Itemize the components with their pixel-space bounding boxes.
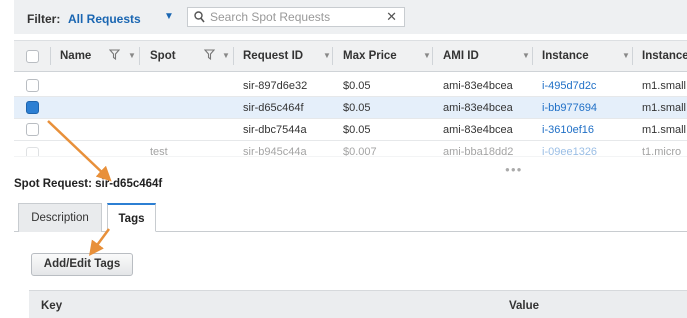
search-input[interactable] (210, 10, 380, 24)
sort-arrow-icon[interactable]: ▼ (423, 51, 431, 60)
table-header: Name ▼ Spot ▼ Request ID ▼ Max Price ▼ A… (14, 40, 687, 72)
cell-request-id: sir-897d6e32 (243, 80, 308, 92)
sort-arrow-icon[interactable]: ▼ (622, 51, 630, 60)
cell-instance-link[interactable]: i-09ee1326 (542, 146, 597, 156)
tab-description[interactable]: Description (18, 203, 102, 232)
cell-max-price: $0.007 (343, 146, 377, 157)
cell-ami-id: ami-83e4bcea (443, 102, 513, 114)
column-header-spot[interactable]: Spot (150, 50, 176, 62)
sort-arrow-icon[interactable]: ▼ (522, 51, 530, 60)
cell-instance-type: m1.small (642, 80, 687, 92)
cell-instance-link[interactable]: i-3610ef16 (542, 124, 594, 136)
row-checkbox[interactable] (26, 79, 39, 92)
column-header-key: Key (41, 300, 63, 312)
column-header-instance-type[interactable]: Instance (642, 50, 687, 62)
cell-instance-link[interactable]: i-495d7d2c (542, 80, 596, 92)
column-header-instance[interactable]: Instance (542, 50, 589, 62)
annotation-arrow-to-button (89, 228, 111, 257)
column-header-value: Value (509, 300, 540, 312)
cell-instance-type: t1.micro (642, 146, 682, 157)
row-checkbox[interactable] (26, 123, 39, 136)
table-row[interactable]: test sir-b945c44a $0.007 ami-bba18dd2 i-… (14, 143, 687, 157)
cell-ami-id: ami-bba18dd2 (443, 146, 514, 157)
cell-request-id: sir-b945c44a (243, 146, 307, 157)
cell-instance-type: m1.small (642, 102, 687, 114)
search-icon (194, 11, 205, 26)
filter-bar: Filter: All Requests ▼ ✕ (14, 0, 687, 34)
add-edit-tags-button[interactable]: Add/Edit Tags (31, 253, 133, 276)
resize-handle-icon[interactable]: ●●● (505, 165, 535, 174)
table-row[interactable]: sir-897d6e32 $0.05 ami-83e4bcea i-495d7d… (14, 75, 687, 97)
cell-instance-link[interactable]: i-bb977694 (542, 102, 597, 114)
cell-instance-type: m1.small (642, 124, 687, 136)
close-icon[interactable]: ✕ (386, 9, 397, 25)
column-header-request-id[interactable]: Request ID (243, 50, 303, 62)
table-row[interactable]: sir-dbc7544a $0.05 ami-83e4bcea i-3610ef… (14, 119, 687, 141)
filter-label: Filter: (27, 12, 61, 26)
cell-max-price: $0.05 (343, 124, 371, 136)
cell-max-price: $0.05 (343, 102, 371, 114)
chevron-down-icon[interactable]: ▼ (164, 11, 174, 22)
search-box[interactable]: ✕ (187, 7, 405, 27)
cell-max-price: $0.05 (343, 80, 371, 92)
tags-table-header: Key Value (29, 290, 687, 318)
sort-arrow-icon[interactable]: ▼ (222, 51, 230, 60)
row-checkbox[interactable] (26, 147, 39, 156)
column-header-ami-id[interactable]: AMI ID (443, 50, 479, 62)
cell-ami-id: ami-83e4bcea (443, 124, 513, 136)
filter-dropdown[interactable]: All Requests (68, 12, 141, 26)
table-row[interactable]: sir-d65c464f $0.05 ami-83e4bcea i-bb9776… (14, 97, 687, 119)
cell-ami-id: ami-83e4bcea (443, 80, 513, 92)
row-checkbox[interactable] (26, 101, 39, 114)
cell-request-id: sir-d65c464f (243, 102, 304, 114)
column-header-max-price[interactable]: Max Price (343, 50, 397, 62)
tab-tags[interactable]: Tags (107, 203, 156, 232)
select-all-checkbox[interactable] (26, 50, 39, 63)
detail-title: Spot Request: sir-d65c464f (14, 178, 163, 190)
filter-icon[interactable] (108, 49, 121, 63)
filter-icon[interactable] (203, 49, 216, 63)
column-header-name[interactable]: Name (60, 50, 91, 62)
sort-arrow-icon[interactable]: ▼ (323, 51, 331, 60)
sort-arrow-icon[interactable]: ▼ (128, 51, 136, 60)
cell-request-id: sir-dbc7544a (243, 124, 307, 136)
cell-name: test (150, 146, 168, 157)
